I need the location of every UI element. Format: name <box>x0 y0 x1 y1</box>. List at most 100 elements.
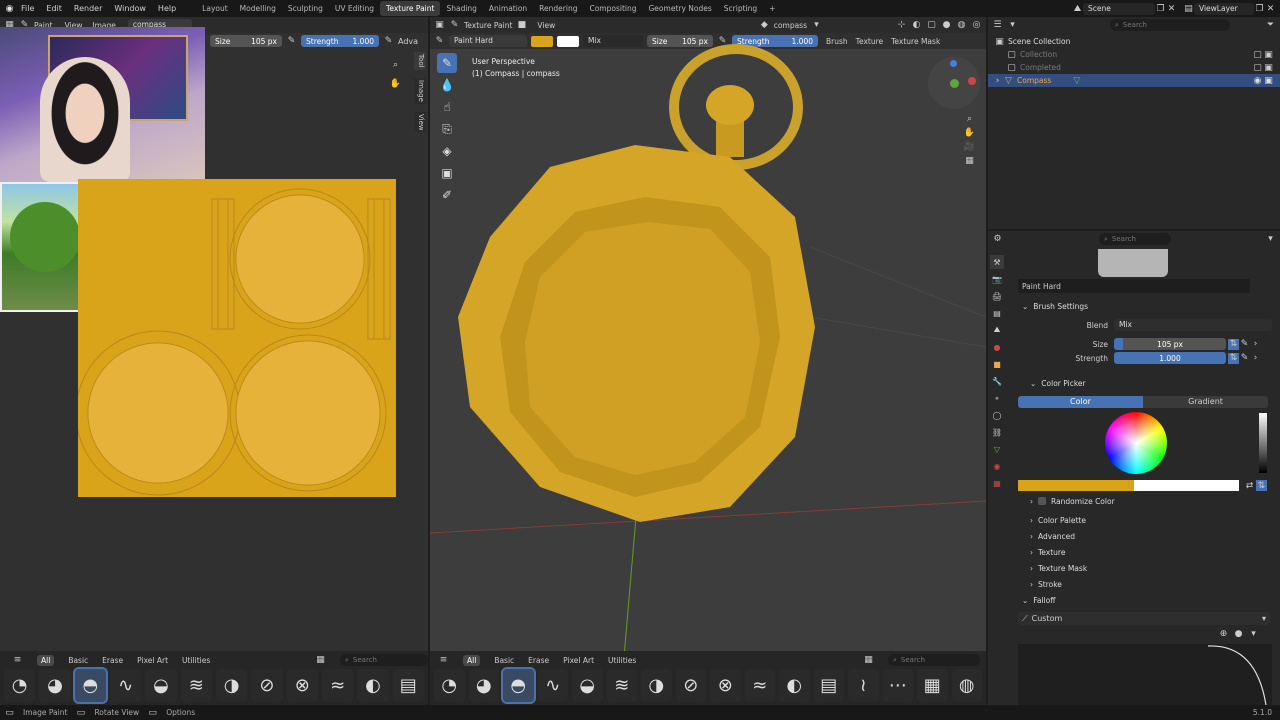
add-workspace-button[interactable]: + <box>763 1 781 16</box>
color-tab[interactable]: Color <box>1018 396 1143 408</box>
advanced-panel[interactable]: › Advanced <box>1022 528 1075 544</box>
zoom-icon[interactable]: ⌕ <box>390 59 401 70</box>
viewlayer-selector[interactable]: ViewLayer <box>1194 2 1254 15</box>
render-tab-icon[interactable]: 📷 <box>990 272 1004 286</box>
chevron-down-icon[interactable]: ▾ <box>1265 234 1276 245</box>
randomize-checkbox[interactable] <box>1038 497 1046 505</box>
modifier-tab-icon[interactable]: 🔧 <box>990 374 1004 388</box>
grid-view-icon[interactable]: ▦ <box>964 155 975 166</box>
blender-logo-icon[interactable]: ◉ <box>4 3 15 14</box>
navigation-gizmo[interactable] <box>928 57 980 109</box>
curve-handle-icon[interactable]: ● <box>1233 628 1244 639</box>
brush-mask-icon[interactable]: ◐ <box>357 669 389 702</box>
brush-soft-icon[interactable]: ◒ <box>572 669 603 702</box>
brush-mask-icon[interactable]: ◐ <box>779 669 810 702</box>
falloff-curve[interactable] <box>1018 644 1272 706</box>
unified-strength-icon[interactable]: ⇅ <box>1228 352 1239 364</box>
tab-modelling[interactable]: Modelling <box>234 1 282 16</box>
shelf-tab-pixel-art[interactable]: Pixel Art <box>563 656 594 665</box>
compass-model[interactable] <box>430 17 986 705</box>
side-tab-tool[interactable]: Tool <box>414 52 426 70</box>
texture-panel[interactable]: › Texture <box>1022 544 1065 560</box>
physics-tab-icon[interactable]: ◯ <box>990 408 1004 422</box>
blend-dropdown[interactable]: Mix <box>1114 319 1272 331</box>
camera-visibility-icon[interactable]: ▣ <box>1263 75 1274 86</box>
copy-viewlayer-icon[interactable]: ❐ <box>1254 3 1265 14</box>
brush-smear-icon[interactable]: ∿ <box>109 669 142 702</box>
swap-colors-icon[interactable]: ⇄ <box>1244 480 1255 491</box>
brush-noise-icon[interactable]: ⋯ <box>882 669 913 702</box>
brush-soft-icon[interactable]: ◒ <box>145 669 177 702</box>
color-palette-panel[interactable]: › Color Palette <box>1022 512 1086 528</box>
brush-texture-icon[interactable]: ▦ <box>917 669 948 702</box>
pen-pressure-icon[interactable]: ✎ <box>1239 339 1250 350</box>
expand-arrow-icon[interactable]: › <box>992 75 1003 86</box>
color-picker-panel[interactable]: ⌄ Color Picker <box>1022 375 1086 391</box>
blur-tool-icon[interactable]: 💧 <box>437 75 457 95</box>
tab-compositing[interactable]: Compositing <box>583 1 642 16</box>
annotate-tool-icon[interactable]: ✐ <box>437 185 457 205</box>
clone-tool-icon[interactable]: ⎘ <box>437 119 457 139</box>
mask-tool-icon[interactable]: ▣ <box>437 163 457 183</box>
shelf-tab-utilities[interactable]: Utilities <box>182 656 210 665</box>
pen-pressure-icon-2[interactable]: ✎ <box>383 36 394 47</box>
brush-paint-hard-icon[interactable]: ◓ <box>72 667 109 704</box>
menu-edit[interactable]: Edit <box>40 4 68 13</box>
side-tab-image[interactable]: Image <box>414 77 426 104</box>
draw-tool-icon[interactable]: ✎ <box>437 53 457 73</box>
display-mode-icon[interactable]: ▦ <box>315 655 326 666</box>
tab-shading[interactable]: Shading <box>440 1 482 16</box>
tab-geometry-nodes[interactable]: Geometry Nodes <box>643 1 718 16</box>
brush-erase-soft-icon[interactable]: ⊗ <box>710 669 741 702</box>
brush-name-field[interactable]: Paint Hard <box>1018 279 1250 293</box>
tab-rendering[interactable]: Rendering <box>533 1 583 16</box>
randomize-color-panel[interactable]: › Randomize Color <box>1022 493 1115 509</box>
brush-erase-hard-icon[interactable]: ⊘ <box>251 669 283 702</box>
zoom-in-icon[interactable]: ⊕ <box>1218 628 1229 639</box>
brush-draw-icon[interactable]: ◔ <box>434 669 465 702</box>
particles-tab-icon[interactable]: ⚬ <box>990 391 1004 405</box>
shelf-tab-utilities[interactable]: Utilities <box>608 656 636 665</box>
texture-tab-icon[interactable]: ▦ <box>990 476 1004 490</box>
outliner-item-completed[interactable]: ▢ Completed ▢ ▣ <box>988 61 1280 74</box>
copy-scene-icon[interactable]: ❐ <box>1155 3 1166 14</box>
strength-slider[interactable]: 1.000 <box>1114 352 1226 364</box>
view-layer-tab-icon[interactable]: ▤ <box>990 306 1004 320</box>
outliner-search-input[interactable]: ⌕ Search <box>1110 19 1230 31</box>
camera-visibility-icon[interactable]: ▣ <box>1263 49 1274 60</box>
world-tab-icon[interactable]: ● <box>990 340 1004 354</box>
scene-tab-icon[interactable]: ⛰ <box>990 323 1004 337</box>
tab-scripting[interactable]: Scripting <box>718 1 763 16</box>
smear-tool-icon[interactable]: ☝ <box>437 97 457 117</box>
brush-paint-hard-icon[interactable]: ◓ <box>501 667 536 704</box>
outliner-item-collection[interactable]: ▢ Collection ▢ ▣ <box>988 48 1280 61</box>
color-wheel[interactable] <box>1105 412 1167 474</box>
brush-thumbnail[interactable] <box>1098 249 1168 277</box>
material-tab-icon[interactable]: ◉ <box>990 459 1004 473</box>
stroke-panel[interactable]: › Stroke <box>1022 576 1062 592</box>
falloff-panel[interactable]: ⌄ Falloff <box>1014 592 1055 608</box>
close-viewlayer-icon[interactable]: ✕ <box>1265 3 1276 14</box>
uv-texture-canvas[interactable] <box>78 179 396 497</box>
shelf-search-input[interactable]: ⌕ Search <box>340 654 428 666</box>
object-tab-icon[interactable]: ■ <box>990 357 1004 371</box>
shelf-tab-all[interactable]: All <box>37 654 55 666</box>
pan-hand-icon[interactable]: ✋ <box>390 78 401 89</box>
brush-blur-icon[interactable]: ◕ <box>468 669 499 702</box>
brush-pixel-icon[interactable]: ▤ <box>813 669 844 702</box>
zoom-icon[interactable]: ⌕ <box>964 113 975 124</box>
tool-tab-icon[interactable]: ⚒ <box>990 255 1004 269</box>
checkbox-icon[interactable]: ▢ <box>1252 49 1263 60</box>
tab-uv-editing[interactable]: UV Editing <box>329 1 380 16</box>
brush-settings-panel[interactable]: ⌄ Brush Settings <box>1014 298 1278 314</box>
editor-type-icon[interactable]: ☰ <box>992 20 1003 31</box>
shelf-menu-icon[interactable]: ≡ <box>12 655 23 666</box>
unified-size-icon[interactable]: ⇅ <box>1228 338 1239 350</box>
outliner-scene-collection[interactable]: ▣ Scene Collection <box>988 35 1280 48</box>
brush-smear-icon[interactable]: ∿ <box>537 669 568 702</box>
brush-pixel-icon[interactable]: ▤ <box>392 669 424 702</box>
tab-texture-paint[interactable]: Texture Paint <box>380 1 441 16</box>
gradient-tab[interactable]: Gradient <box>1143 396 1268 408</box>
side-tab-view[interactable]: View <box>414 111 426 133</box>
shelf-tab-basic[interactable]: Basic <box>68 656 88 665</box>
